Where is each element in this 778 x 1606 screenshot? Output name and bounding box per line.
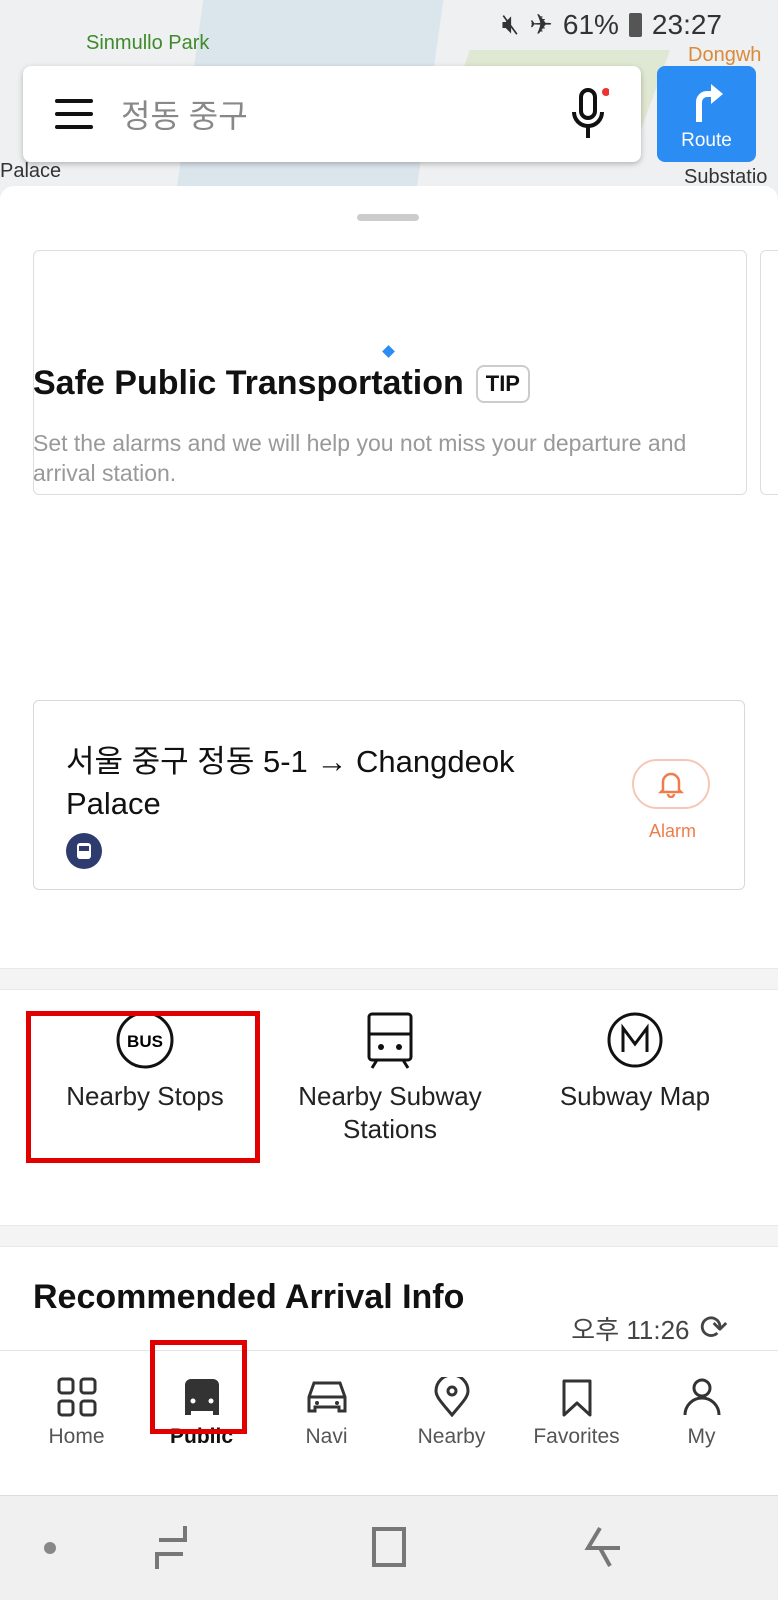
home-icon[interactable] [372,1527,406,1567]
nav-label: Navi [305,1425,348,1448]
status-bar: 🔇︎ ✈ 61% 23:27 [502,8,722,41]
alarm-button[interactable] [632,759,710,809]
refresh-icon[interactable]: ⟳ [700,1308,729,1348]
metro-icon [607,1012,663,1068]
airplane-icon: ✈ [529,9,553,40]
bookmark-icon [562,1379,591,1417]
highlight-box [150,1340,247,1434]
route-label: Route [681,130,732,151]
search-bar[interactable]: 정동 중구 [23,66,641,162]
clock: 23:27 [651,8,722,40]
loading-indicator [382,345,395,358]
nav-home[interactable]: Home [14,1351,139,1495]
banner-card-next[interactable] [760,250,778,495]
back-icon[interactable] [584,1526,620,1567]
nav-nearby[interactable]: Nearby [389,1351,514,1495]
map-label: Palace [0,160,62,182]
battery-percent: 61% [562,8,619,40]
nav-label: Favorites [533,1425,620,1448]
divider [0,968,778,990]
refresh-time[interactable]: 오후 11:26 ⟳ [571,1308,728,1348]
tip-badge[interactable]: TIP [475,364,530,403]
dot-icon [44,1542,56,1554]
map-label: Sinmullo Park [86,32,210,54]
safe-transport-header: Safe Public Transportation TIP [33,364,530,403]
route-button[interactable]: Route [657,66,756,162]
route-text: 서울 중구 정동 5-1 → Changdeok Palace [66,744,515,821]
bus-icon [66,833,102,869]
map-label: Dongwh [688,44,762,66]
nav-label: Nearby [417,1425,486,1448]
microphone-icon[interactable] [569,86,610,142]
location-pin-icon [433,1377,470,1417]
alarm-route-card[interactable]: 서울 중구 정동 5-1 → Changdeok Palace Alarm [33,700,745,890]
menu-icon[interactable] [55,99,93,129]
section-title: Safe Public Transportation [33,364,464,402]
divider [0,1225,778,1247]
subway-map-label: Subway Map [559,1081,711,1111]
nav-favorites[interactable]: Favorites [514,1351,639,1495]
car-icon [307,1381,346,1413]
subway-map-button[interactable]: Subway Map [530,1010,740,1113]
bell-icon [658,772,684,798]
battery-icon [628,12,642,37]
alarm-label: Alarm [648,821,696,841]
turn-right-icon [695,84,723,122]
nav-label: My [687,1425,716,1448]
system-nav-bar [0,1495,778,1600]
grid-icon [57,1377,96,1417]
train-icon [367,1012,413,1069]
recents-icon[interactable] [155,1526,187,1569]
nav-my[interactable]: My [639,1351,764,1495]
person-icon [683,1378,720,1416]
recommended-title: Recommended Arrival Info [33,1278,465,1316]
search-input[interactable]: 정동 중구 [121,91,569,137]
nav-navi[interactable]: Navi [264,1351,389,1495]
nav-label: Home [48,1425,105,1448]
updated-time: 오후 11:26 [571,1314,690,1345]
drag-handle[interactable] [357,214,419,221]
bottom-nav: Home Public Navi Nearby Favorites My [0,1350,778,1495]
highlight-box [26,1011,260,1163]
nearby-subway-button[interactable]: Nearby Subway Stations [280,1010,500,1146]
mute-icon: 🔇︎ [501,8,520,39]
nearby-subway-label: Nearby Subway Stations [298,1081,482,1144]
section-subtitle: Set the alarms and we will help you not … [33,430,687,486]
